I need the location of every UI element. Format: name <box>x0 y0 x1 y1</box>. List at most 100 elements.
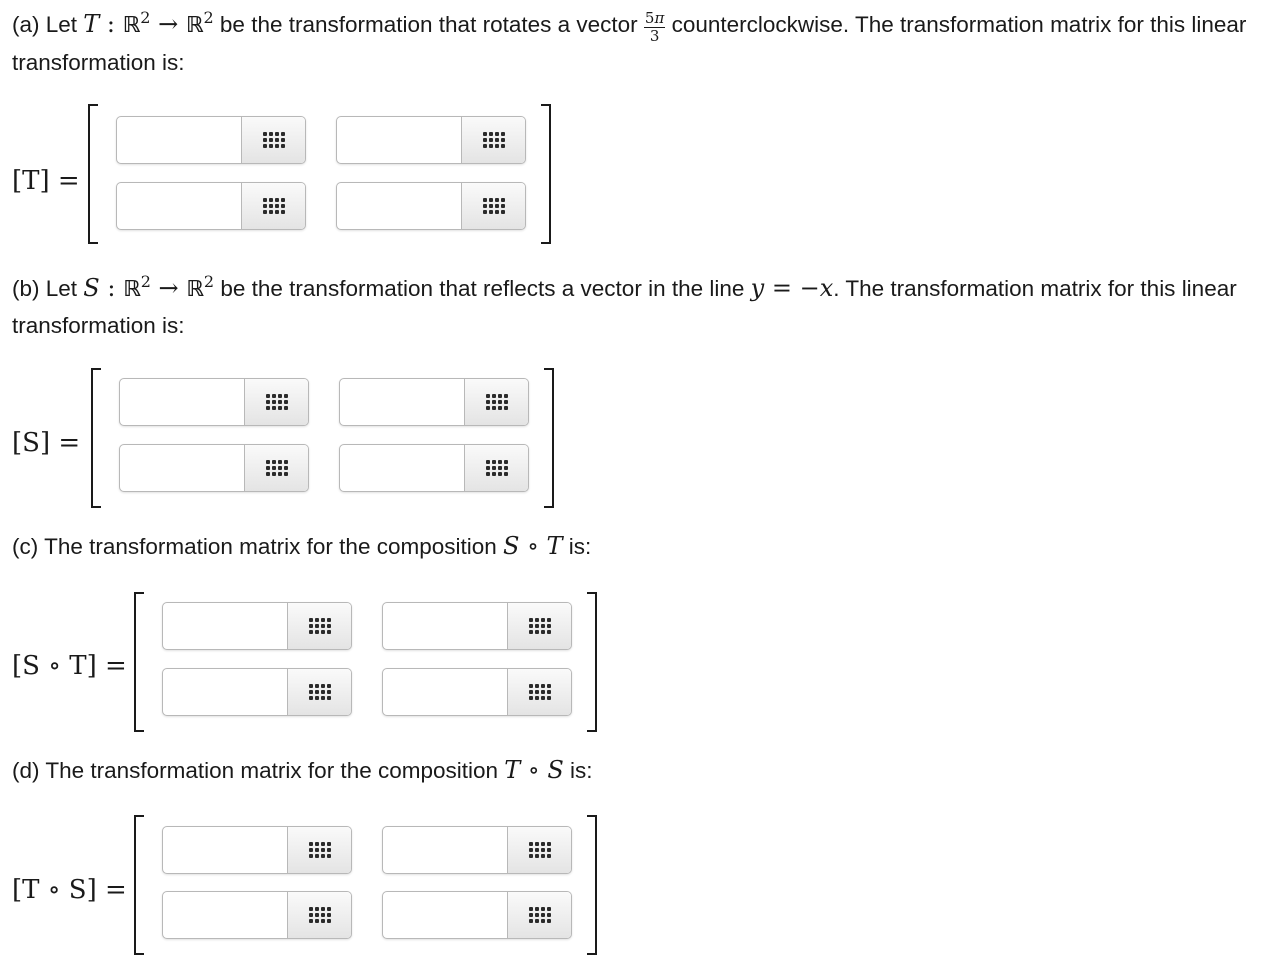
matrix-ts-cell-r1c1 <box>162 826 352 874</box>
part-b-arrow: → <box>150 274 187 302</box>
keypad-grid-glyph <box>485 460 508 476</box>
keypad-grid-glyph <box>262 132 285 148</box>
part-c-composition-op: ∘ <box>519 532 547 560</box>
keypad-grid-icon[interactable] <box>287 669 351 715</box>
keypad-grid-icon[interactable] <box>464 445 528 491</box>
matrix-s-input-r1c2[interactable] <box>340 379 464 425</box>
keypad-grid-icon[interactable] <box>241 117 305 163</box>
matrix-ts-left-bracket <box>134 815 144 955</box>
matrix-st-input-r1c1[interactable] <box>163 603 287 649</box>
keypad-grid-glyph <box>528 907 551 923</box>
keypad-grid-icon[interactable] <box>244 379 308 425</box>
keypad-grid-icon[interactable] <box>287 603 351 649</box>
keypad-grid-glyph <box>308 842 331 858</box>
keypad-grid-glyph <box>265 394 288 410</box>
keypad-grid-glyph <box>485 394 508 410</box>
keypad-grid-icon[interactable] <box>287 892 351 938</box>
keypad-grid-icon[interactable] <box>507 827 571 873</box>
keypad-grid-icon[interactable] <box>507 603 571 649</box>
keypad-grid-icon[interactable] <box>241 183 305 229</box>
matrix-ts-cell-r1c2 <box>382 826 572 874</box>
part-b-eq-x: x <box>819 274 834 302</box>
keypad-grid-icon[interactable] <box>461 183 525 229</box>
matrix-label-t: [T] = <box>12 166 80 196</box>
keypad-grid-icon[interactable] <box>287 827 351 873</box>
part-b-codomain-set: ℝ <box>186 277 204 302</box>
part-a-codomain-exp: 2 <box>203 8 214 27</box>
keypad-grid-icon[interactable] <box>507 892 571 938</box>
matrix-t-input-r2c2[interactable] <box>337 183 461 229</box>
matrix-t-cell-r1c1 <box>116 116 306 164</box>
part-d-second-map: S <box>547 756 564 784</box>
matrix-ts-input-r2c2[interactable] <box>383 892 507 938</box>
matrix-s-cell-r1c2 <box>339 378 529 426</box>
matrix-st-input-r2c1[interactable] <box>163 669 287 715</box>
keypad-grid-glyph <box>265 460 288 476</box>
matrix-s-right-bracket <box>544 368 554 508</box>
matrix-t-cell-r1c2 <box>336 116 526 164</box>
matrix-st-cell-r1c2 <box>382 602 572 650</box>
part-b-domain-exp: 2 <box>140 272 151 291</box>
matrix-st-input-r1c2[interactable] <box>383 603 507 649</box>
matrix-s-input-r2c2[interactable] <box>340 445 464 491</box>
part-b-eq-y: y <box>750 274 765 302</box>
matrix-label-s: [S] = <box>12 428 81 458</box>
keypad-grid-glyph <box>528 618 551 634</box>
matrix-s-input-r2c1[interactable] <box>120 445 244 491</box>
matrix-t-left-bracket <box>88 104 98 244</box>
keypad-grid-icon[interactable] <box>507 669 571 715</box>
matrix-s-input-r1c1[interactable] <box>120 379 244 425</box>
part-d-prompt: (d) The transformation matrix for the co… <box>12 752 1280 789</box>
keypad-grid-icon[interactable] <box>461 117 525 163</box>
part-d-first-map: T <box>504 756 521 784</box>
matrix-st-cell-r2c2 <box>382 668 572 716</box>
matrix-t-input-r1c1[interactable] <box>117 117 241 163</box>
keypad-grid-glyph <box>308 907 331 923</box>
part-b-eq-equals-minus: = − <box>764 274 820 302</box>
matrix-t-cell-r2c1 <box>116 182 306 230</box>
part-b-prefix: (b) Let <box>12 276 84 301</box>
part-a-description: be the transformation that rotates a vec… <box>213 12 644 37</box>
matrix-s-left-bracket <box>91 368 101 508</box>
part-d-suffix: is: <box>563 758 593 783</box>
matrix-ts-input-r1c2[interactable] <box>383 827 507 873</box>
part-c-suffix: is: <box>562 534 592 559</box>
part-a-codomain-set: ℝ <box>185 13 204 38</box>
matrix-t-right-bracket <box>541 104 551 244</box>
matrix-ts-cell-r2c1 <box>162 891 352 939</box>
part-b-colon: : <box>99 274 124 302</box>
part-c-prompt: (c) The transformation matrix for the co… <box>12 528 1280 565</box>
part-c-prefix: (c) The transformation matrix for the co… <box>12 534 504 559</box>
matrix-t-input-r2c1[interactable] <box>117 183 241 229</box>
matrix-t-input-r1c2[interactable] <box>337 117 461 163</box>
matrix-st-left-bracket <box>134 592 144 732</box>
matrix-ts-right-bracket <box>587 815 597 955</box>
part-a-domain-exp: 2 <box>140 8 151 27</box>
part-a-map-symbol: T <box>83 10 100 38</box>
part-a-colon: : <box>99 10 123 38</box>
part-b-description: be the transformation that reflects a ve… <box>214 276 751 301</box>
keypad-grid-glyph <box>308 684 331 700</box>
part-a-frac-den: 3 <box>649 27 660 45</box>
matrix-ts-input-r1c1[interactable] <box>163 827 287 873</box>
matrix-s-cell-r2c1 <box>119 444 309 492</box>
keypad-grid-icon[interactable] <box>464 379 528 425</box>
matrix-st-cell-r2c1 <box>162 668 352 716</box>
part-d-prefix: (d) The transformation matrix for the co… <box>12 758 505 783</box>
part-a-frac-pi: π <box>654 9 665 27</box>
keypad-grid-glyph <box>262 198 285 214</box>
part-b-domain-set: ℝ <box>123 277 141 302</box>
part-c-second-map: T <box>546 532 563 560</box>
matrix-label-t-comp-s: [T ∘ S] = <box>12 875 127 905</box>
part-a-arrow: → <box>150 10 186 38</box>
part-b-map-symbol: S <box>83 274 100 302</box>
part-a-prefix: (a) Let <box>12 12 84 37</box>
keypad-grid-glyph <box>482 132 505 148</box>
matrix-st-input-r2c2[interactable] <box>383 669 507 715</box>
keypad-grid-glyph <box>482 198 505 214</box>
matrix-st-right-bracket <box>587 592 597 732</box>
matrix-s-cell-r1c1 <box>119 378 309 426</box>
part-b-codomain-exp: 2 <box>203 272 215 291</box>
keypad-grid-icon[interactable] <box>244 445 308 491</box>
matrix-ts-input-r2c1[interactable] <box>163 892 287 938</box>
